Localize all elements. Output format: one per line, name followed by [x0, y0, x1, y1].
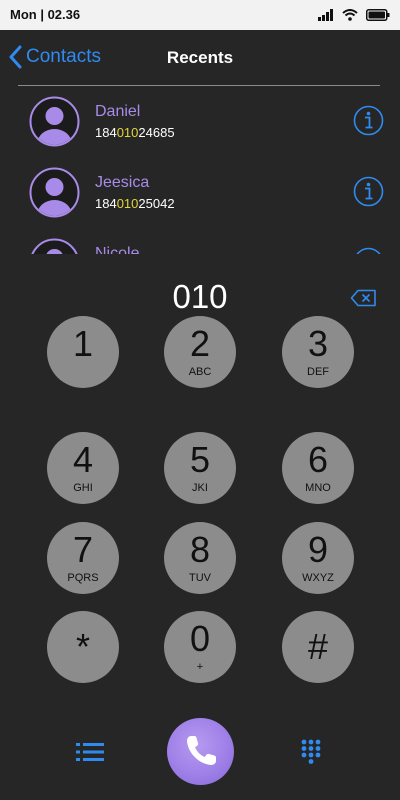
- key-letters: PQRS: [67, 572, 99, 584]
- key-letters: WXYZ: [302, 572, 334, 584]
- nav-bar: Contacts Recents: [0, 30, 400, 85]
- key-hash[interactable]: #: [282, 611, 354, 683]
- key-2[interactable]: 2 ABC: [164, 316, 236, 388]
- number-suffix: 24685: [138, 125, 175, 140]
- info-icon[interactable]: [353, 247, 384, 254]
- list-item[interactable]: Daniel 18401024685: [0, 86, 400, 157]
- phone-icon: [187, 736, 216, 765]
- contact-number: 18401025042: [95, 196, 175, 211]
- status-icons: [318, 8, 390, 22]
- wifi-icon: [342, 9, 358, 21]
- phone-screen: Mon | 02.36 Contacts Recents Daniel 1840…: [0, 0, 400, 800]
- key-letters: TUV: [189, 572, 211, 584]
- list-icon[interactable]: [75, 741, 105, 763]
- key-digit: 6: [307, 439, 329, 480]
- avatar-icon: [29, 96, 80, 147]
- key-digit: 5: [189, 439, 211, 480]
- key-letters: +: [196, 661, 204, 673]
- contact-name: Daniel: [95, 103, 141, 120]
- call-button[interactable]: [167, 718, 234, 785]
- status-bar: Mon | 02.36: [0, 0, 400, 30]
- key-9[interactable]: 9 WXYZ: [282, 522, 354, 594]
- contact-name: Jeesica: [95, 174, 150, 191]
- key-5[interactable]: 5 JKI: [164, 432, 236, 504]
- key-digit: 1: [72, 323, 94, 364]
- list-item[interactable]: Nicole: [0, 228, 400, 254]
- key-letters: DEF: [307, 366, 329, 378]
- avatar-icon: [31, 238, 78, 254]
- keypad-icon[interactable]: [300, 739, 322, 765]
- battery-icon: [366, 9, 390, 21]
- number-suffix: 25042: [138, 196, 175, 211]
- dial-display: 010: [172, 278, 228, 315]
- recents-list[interactable]: Daniel 18401024685 Jeesica 18401025042 N…: [0, 86, 400, 254]
- list-item[interactable]: Jeesica 18401025042: [0, 157, 400, 228]
- key-star[interactable]: *: [47, 611, 119, 683]
- key-8[interactable]: 8 TUV: [164, 522, 236, 594]
- key-letters: MNO: [305, 482, 331, 494]
- key-letters: JKI: [192, 482, 208, 494]
- key-3[interactable]: 3 DEF: [282, 316, 354, 388]
- key-digit: 0: [189, 618, 211, 659]
- contact-number: 18401024685: [95, 125, 175, 140]
- page-title: Recents: [166, 48, 234, 67]
- key-letters: GHI: [73, 482, 93, 494]
- contact-name: Nicole: [95, 245, 140, 254]
- key-1[interactable]: 1: [47, 316, 119, 388]
- key-4[interactable]: 4 GHI: [47, 432, 119, 504]
- avatar-icon: [29, 167, 80, 218]
- key-digit: 2: [189, 323, 211, 364]
- key-digit: *: [75, 626, 90, 667]
- key-letters: ABC: [188, 366, 212, 378]
- key-0[interactable]: 0 +: [164, 611, 236, 683]
- key-digit: #: [307, 626, 329, 667]
- number-match: 010: [116, 125, 139, 140]
- key-6[interactable]: 6 MNO: [282, 432, 354, 504]
- key-digit: 3: [307, 323, 329, 364]
- status-time: Mon | 02.36: [10, 7, 81, 22]
- key-digit: 9: [307, 529, 329, 570]
- info-icon[interactable]: [353, 105, 384, 136]
- number-prefix: 184: [95, 196, 117, 211]
- number-prefix: 184: [95, 125, 117, 140]
- number-match: 010: [116, 196, 139, 211]
- key-digit: 4: [72, 439, 94, 480]
- key-digit: 7: [72, 529, 94, 570]
- signal-icon: [318, 9, 333, 21]
- backspace-icon[interactable]: [350, 289, 377, 307]
- key-digit: 8: [189, 529, 211, 570]
- key-7[interactable]: 7 PQRS: [47, 522, 119, 594]
- info-icon[interactable]: [353, 176, 384, 207]
